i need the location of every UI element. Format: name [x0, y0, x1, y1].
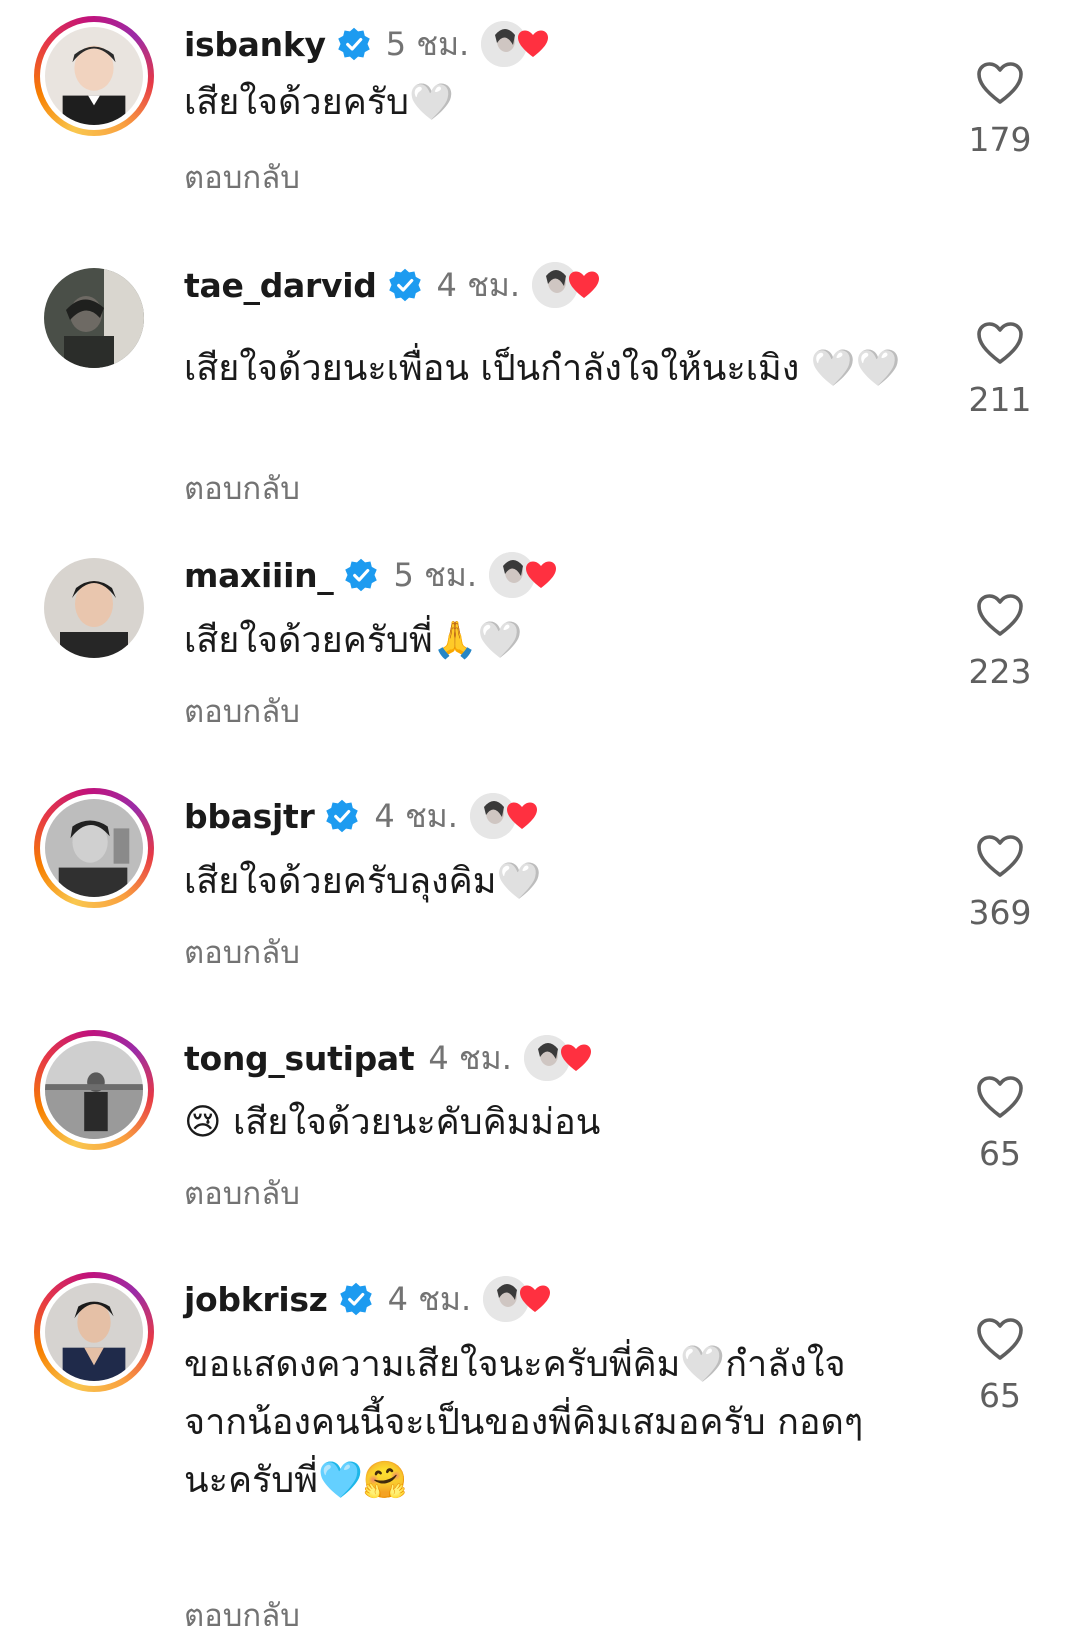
avatar	[45, 1041, 143, 1139]
creator-liked-indicator	[523, 1035, 596, 1081]
creator-liked-heart-icon	[520, 1285, 551, 1312]
creator-liked-indicator	[469, 793, 542, 839]
verified-badge-icon	[337, 27, 370, 61]
creator-liked-heart-icon	[560, 1044, 591, 1071]
comment-time: 5 ชม.	[385, 24, 470, 63]
avatar[interactable]	[34, 258, 154, 378]
verified-badge-icon	[339, 1282, 372, 1316]
username[interactable]: maxiiin_	[184, 556, 334, 595]
avatar[interactable]	[34, 548, 154, 668]
creator-liked-heart-icon	[518, 30, 549, 57]
like-count: 179	[968, 120, 1032, 159]
like-count: 65	[979, 1134, 1021, 1173]
creator-liked-heart-icon	[506, 802, 537, 829]
avatar-story-ring[interactable]	[34, 1272, 154, 1392]
verified-badge-icon	[326, 799, 359, 833]
avatar-story-ring[interactable]	[34, 1030, 154, 1150]
creator-liked-indicator	[481, 21, 553, 67]
like-count: 211	[968, 380, 1032, 419]
creator-liked-heart-icon	[569, 271, 600, 298]
reply-button[interactable]: ตอบกลับ	[184, 686, 300, 736]
avatar	[45, 799, 143, 897]
comment-time: 4 ชม.	[374, 796, 458, 835]
avatar-image	[44, 558, 144, 658]
creator-liked-indicator	[488, 552, 561, 598]
heart-outline-icon[interactable]	[976, 833, 1024, 879]
comment-text: เสียใจด้วยนะเพื่อน เป็นกำลังใจให้นะเมิง …	[184, 348, 901, 389]
heart-outline-icon[interactable]	[976, 320, 1024, 366]
like-count: 369	[968, 893, 1032, 932]
comment-time: 4 ชม.	[428, 1038, 512, 1077]
reply-button[interactable]: ตอบกลับ	[184, 152, 300, 202]
comment-time: 4 ชม.	[436, 265, 521, 304]
comment-text: เสียใจด้วยครับพี่🙏🤍	[184, 620, 523, 661]
comment-text: เสียใจด้วยครับลุงคิม🤍	[184, 861, 542, 902]
reply-button[interactable]: ตอบกลับ	[184, 927, 300, 977]
creator-liked-heart-icon	[525, 561, 556, 588]
verified-badge-icon	[345, 558, 378, 592]
username[interactable]: bbasjtr	[184, 797, 315, 836]
reply-button[interactable]: ตอบกลับ	[184, 1590, 300, 1640]
creator-liked-indicator	[532, 262, 604, 308]
username[interactable]: tae_darvid	[184, 266, 377, 305]
avatar-story-ring[interactable]	[34, 788, 154, 908]
verified-badge-icon	[388, 268, 421, 302]
username[interactable]: tong_sutipat	[184, 1039, 415, 1078]
heart-outline-icon[interactable]	[976, 592, 1024, 638]
like-count: 223	[968, 652, 1032, 691]
like-count: 65	[979, 1376, 1021, 1415]
comment-text: ขอแสดงความเสียใจนะครับพี่คิม🤍กำลังใจจากน…	[184, 1344, 864, 1501]
comment-text: 😢 เสียใจด้วยนะคับคิมม่อน	[184, 1102, 601, 1143]
comment-time: 4 ชม.	[387, 1279, 472, 1318]
username[interactable]: jobkrisz	[184, 1280, 328, 1319]
username[interactable]: isbanky	[184, 25, 326, 64]
comment-time: 5 ชม.	[393, 555, 477, 594]
heart-outline-icon[interactable]	[976, 1316, 1024, 1362]
avatar-image	[44, 268, 144, 368]
avatar-story-ring[interactable]	[34, 16, 154, 136]
creator-liked-indicator	[483, 1276, 555, 1322]
avatar	[45, 27, 143, 125]
reply-button[interactable]: ตอบกลับ	[184, 1168, 300, 1218]
heart-outline-icon[interactable]	[976, 1074, 1024, 1120]
reply-button[interactable]: ตอบกลับ	[184, 463, 300, 513]
comment-text: เสียใจด้วยครับ🤍	[184, 82, 454, 123]
heart-outline-icon[interactable]	[976, 60, 1024, 106]
avatar	[45, 1283, 143, 1381]
